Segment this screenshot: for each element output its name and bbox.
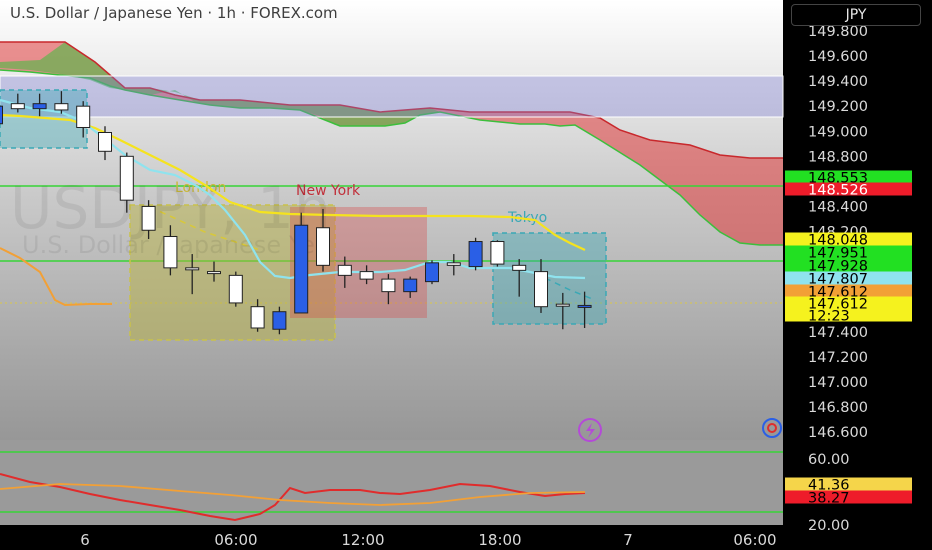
price-tick-label: 146.600: [808, 425, 868, 441]
price-tick-label: 149.800: [808, 24, 868, 40]
svg-text:38.27: 38.27: [808, 491, 850, 507]
candle-body: [294, 224, 309, 314]
candle-body: [316, 227, 330, 266]
price-tick-label: 149.600: [808, 49, 868, 65]
time-tick-label: 18:00: [478, 531, 521, 549]
candle-body: [381, 278, 396, 293]
time-tick-label: 6: [80, 531, 90, 549]
osc-tick-label: 60.00: [808, 452, 850, 468]
chart-canvas[interactable]: London New York Tokyo USDJPY, 1h U.S. Do…: [0, 0, 932, 550]
osc-tick-label: 20.00: [808, 518, 850, 534]
candle-body: [490, 241, 505, 265]
candle-body: [425, 262, 439, 283]
candle-body: [98, 132, 112, 152]
time-tick-label: 06:00: [214, 531, 257, 549]
candle-body: [163, 236, 178, 269]
candle-body: [250, 306, 265, 329]
candle-body: [534, 271, 548, 308]
price-tick-label: 146.800: [808, 400, 868, 416]
price-tick-label: 148.800: [808, 149, 868, 165]
session-box-tokyo: [492, 232, 607, 325]
time-tick-label: 12:00: [341, 531, 384, 549]
candle-body: [119, 155, 134, 201]
candle-body: [141, 205, 156, 231]
candle-body: [337, 264, 352, 276]
candle-body: [577, 304, 592, 308]
candle-body: [446, 262, 461, 266]
candle-body: [359, 271, 374, 280]
candle: [294, 212, 309, 314]
candle-body: [54, 103, 69, 111]
range-box: [0, 75, 784, 118]
candle-body: [272, 311, 287, 330]
candle: [490, 240, 505, 267]
time-tick-label: 7: [623, 531, 633, 549]
session-box-previous: [0, 89, 88, 149]
candle-body: [10, 103, 25, 110]
candle: [468, 237, 483, 271]
candle-body: [207, 271, 221, 275]
price-tick-label: 147.400: [808, 325, 868, 341]
time-axis-bg: [0, 525, 932, 550]
svg-text:148.526: 148.526: [808, 183, 868, 199]
candle-body: [403, 278, 418, 293]
price-tick-label: 149.200: [808, 99, 868, 115]
candle-body: [0, 105, 3, 125]
currency-button[interactable]: JPY: [791, 4, 921, 26]
price-tick-label: 149.400: [808, 74, 868, 90]
candle-body: [228, 274, 243, 304]
candle-body: [468, 241, 483, 268]
candle-body: [32, 103, 47, 110]
price-tick-label: 147.200: [808, 350, 868, 366]
candle-body: [76, 105, 91, 128]
price-tick-label: 149.000: [808, 124, 868, 140]
candle: [425, 260, 439, 285]
candle-body: [185, 267, 200, 271]
price-tick-label: 147.000: [808, 375, 868, 391]
svg-text:12:23: 12:23: [808, 309, 850, 325]
candle-body: [555, 303, 570, 307]
price-tick-label: 148.400: [808, 199, 868, 215]
candle-body: [512, 264, 527, 271]
price-tags: 148.553148.526148.048147.951147.928147.8…: [785, 170, 912, 325]
chart-title: U.S. Dollar / Japanese Yen · 1h · FOREX.…: [10, 4, 338, 22]
candle: [228, 271, 243, 307]
time-tick-label: 06:00: [733, 531, 776, 549]
